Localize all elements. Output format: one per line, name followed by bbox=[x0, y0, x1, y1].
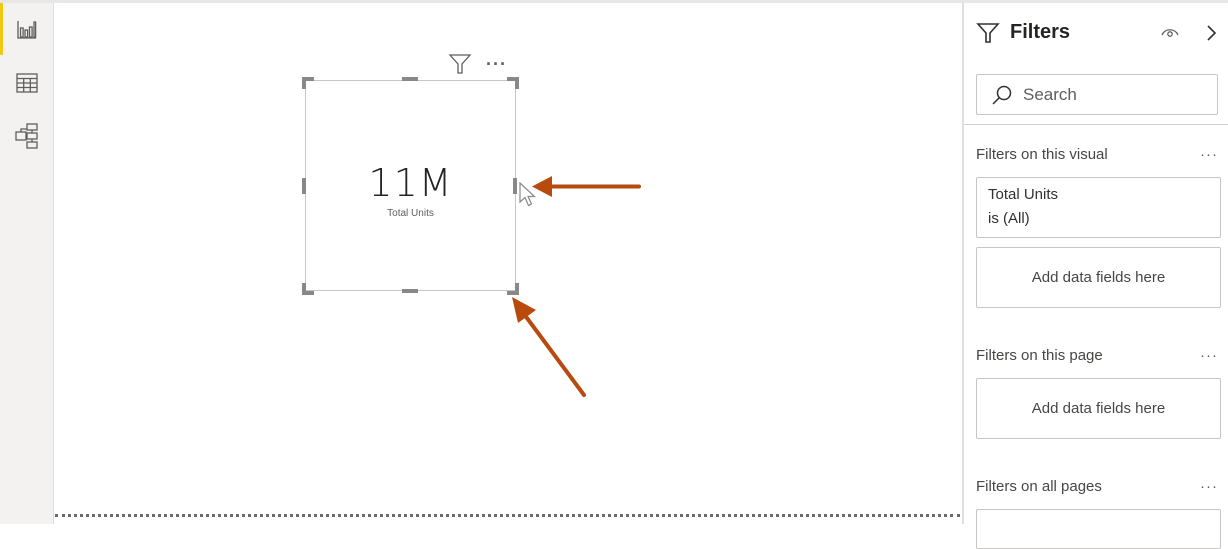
eye-icon[interactable] bbox=[1160, 25, 1180, 39]
filters-pane: Filters Filters on this visual ··· Total… bbox=[962, 3, 1228, 549]
active-view-indicator bbox=[0, 3, 3, 55]
section-more-visual[interactable]: ··· bbox=[1200, 146, 1218, 163]
section-title-all-pages: Filters on all pages bbox=[976, 478, 1102, 495]
search-icon bbox=[992, 85, 1012, 105]
data-view-button[interactable] bbox=[12, 68, 42, 98]
resize-handle-top-right[interactable] bbox=[507, 77, 519, 89]
filters-header: Filters bbox=[976, 21, 1070, 44]
model-icon bbox=[15, 123, 38, 149]
filters-divider bbox=[964, 124, 1228, 125]
resize-handle-left[interactable] bbox=[302, 178, 306, 194]
page-boundary bbox=[55, 514, 960, 517]
filter-icon[interactable] bbox=[448, 53, 472, 75]
filter-card-condition: is (All) bbox=[988, 210, 1030, 227]
drop-zone-all-pages[interactable] bbox=[976, 509, 1221, 549]
filter-card-total-units[interactable]: Total Units is (All) bbox=[976, 177, 1221, 238]
drop-zone-page[interactable]: Add data fields here bbox=[976, 378, 1221, 439]
search-input[interactable] bbox=[1023, 84, 1203, 105]
resize-handle-top[interactable] bbox=[402, 77, 418, 81]
resize-handle-right[interactable] bbox=[513, 178, 517, 194]
visual-header: ··· bbox=[448, 53, 507, 75]
resize-handle-top-left[interactable] bbox=[302, 77, 314, 89]
filter-icon bbox=[976, 22, 1000, 43]
resize-handle-bottom-left[interactable] bbox=[302, 283, 314, 295]
card-visual[interactable]: 11M Total Units bbox=[305, 80, 516, 291]
section-more-page[interactable]: ··· bbox=[1200, 347, 1218, 364]
card-value: 11M bbox=[368, 161, 453, 205]
model-view-button[interactable] bbox=[12, 121, 42, 151]
drop-zone-visual[interactable]: Add data fields here bbox=[976, 247, 1221, 308]
more-options-icon[interactable]: ··· bbox=[486, 55, 507, 73]
report-view-button[interactable] bbox=[12, 15, 42, 45]
table-icon bbox=[16, 73, 38, 93]
section-more-all-pages[interactable]: ··· bbox=[1200, 478, 1218, 495]
filters-search-box[interactable] bbox=[976, 74, 1218, 115]
annotation-arrow-right-handle bbox=[532, 176, 641, 197]
drop-zone-label: Add data fields here bbox=[1031, 269, 1166, 286]
section-title-visual: Filters on this visual bbox=[976, 146, 1108, 163]
collapse-chevron-icon[interactable] bbox=[1204, 23, 1218, 43]
resize-handle-bottom[interactable] bbox=[402, 289, 418, 293]
card-label: Total Units bbox=[387, 208, 434, 219]
annotation-arrow-corner-handle bbox=[512, 297, 586, 397]
filters-title: Filters bbox=[1010, 21, 1071, 43]
section-title-page: Filters on this page bbox=[976, 347, 1103, 364]
filter-card-field: Total Units bbox=[988, 186, 1059, 203]
drop-zone-label: Add data fields here bbox=[1031, 400, 1166, 417]
bar-chart-icon bbox=[17, 21, 37, 39]
